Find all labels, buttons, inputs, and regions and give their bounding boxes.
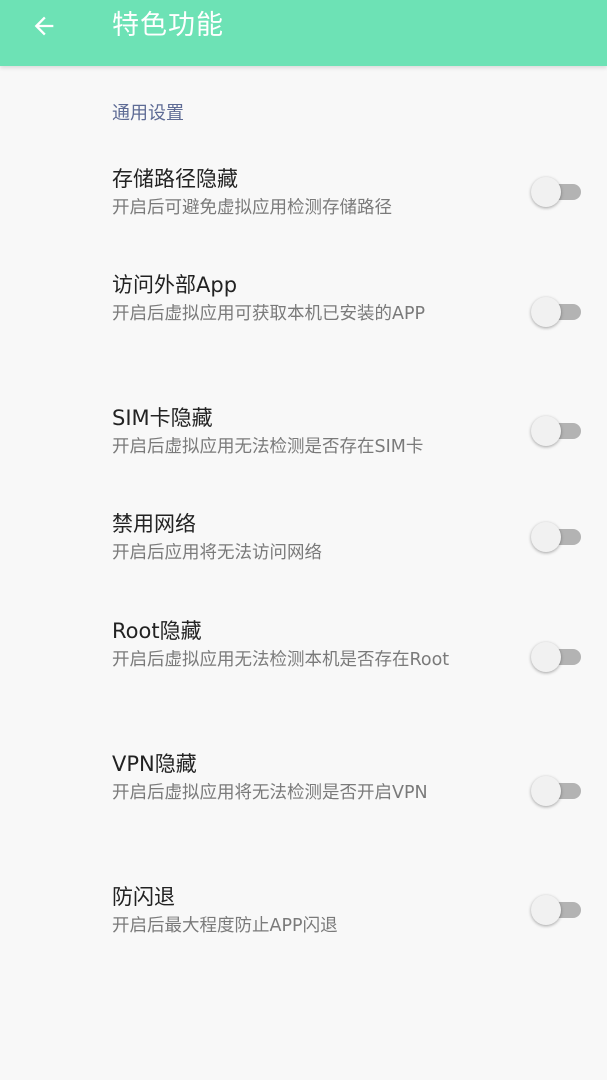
setting-title: VPN隐藏 [112, 752, 197, 776]
setting-summary: 开启后最大程度防止APP闪退 [112, 916, 338, 936]
setting-anti-crash[interactable]: 防闪退 开启后最大程度防止APP闪退 [0, 878, 607, 948]
setting-summary: 开启后虚拟应用可获取本机已安装的APP [112, 304, 426, 324]
setting-disable-network[interactable]: 禁用网络 开启后应用将无法访问网络 [0, 505, 607, 575]
root-hide-switch[interactable] [529, 641, 583, 673]
access-external-app-switch[interactable] [529, 296, 583, 328]
sim-hide-switch[interactable] [529, 415, 583, 447]
setting-access-external-app[interactable]: 访问外部App 开启后虚拟应用可获取本机已安装的APP [0, 266, 607, 362]
setting-title: 存储路径隐藏 [112, 167, 238, 191]
disable-network-switch[interactable] [529, 521, 583, 553]
page-title: 特色功能 [112, 10, 224, 41]
setting-summary: 开启后可避免虚拟应用检测存储路径 [112, 198, 392, 218]
setting-sim-hide[interactable]: SIM卡隐藏 开启后虚拟应用无法检测是否存在SIM卡 [0, 399, 607, 469]
switch-thumb [531, 416, 561, 446]
switch-thumb [531, 642, 561, 672]
setting-title: 访问外部App [112, 273, 238, 297]
setting-summary: 开启后虚拟应用将无法检测是否开启VPN [112, 783, 428, 803]
setting-title: 防闪退 [112, 885, 175, 909]
setting-title: Root隐藏 [112, 619, 202, 643]
switch-thumb [531, 177, 561, 207]
switch-thumb [531, 522, 561, 552]
app-bar: 特色功能 [0, 0, 607, 66]
section-header-general: 通用设置 [112, 103, 184, 124]
setting-summary: 开启后虚拟应用无法检测本机是否存在Root [112, 650, 450, 670]
switch-thumb [531, 297, 561, 327]
setting-title: SIM卡隐藏 [112, 406, 213, 430]
setting-vpn-hide[interactable]: VPN隐藏 开启后虚拟应用将无法检测是否开启VPN [0, 745, 607, 841]
setting-summary: 开启后虚拟应用无法检测是否存在SIM卡 [112, 437, 424, 457]
arrow-left-icon [34, 16, 54, 36]
back-button[interactable] [18, 4, 70, 48]
setting-title: 禁用网络 [112, 512, 196, 536]
vpn-hide-switch[interactable] [529, 775, 583, 807]
setting-storage-path-hide[interactable]: 存储路径隐藏 开启后可避免虚拟应用检测存储路径 [0, 160, 607, 230]
app-screen: 特色功能 通用设置 存储路径隐藏 开启后可避免虚拟应用检测存储路径 访问外部Ap… [0, 0, 607, 1080]
setting-root-hide[interactable]: Root隐藏 开启后虚拟应用无法检测本机是否存在Root [0, 612, 607, 708]
storage-path-hide-switch[interactable] [529, 176, 583, 208]
setting-summary: 开启后应用将无法访问网络 [112, 543, 322, 563]
switch-thumb [531, 895, 561, 925]
anti-crash-switch[interactable] [529, 894, 583, 926]
switch-thumb [531, 776, 561, 806]
